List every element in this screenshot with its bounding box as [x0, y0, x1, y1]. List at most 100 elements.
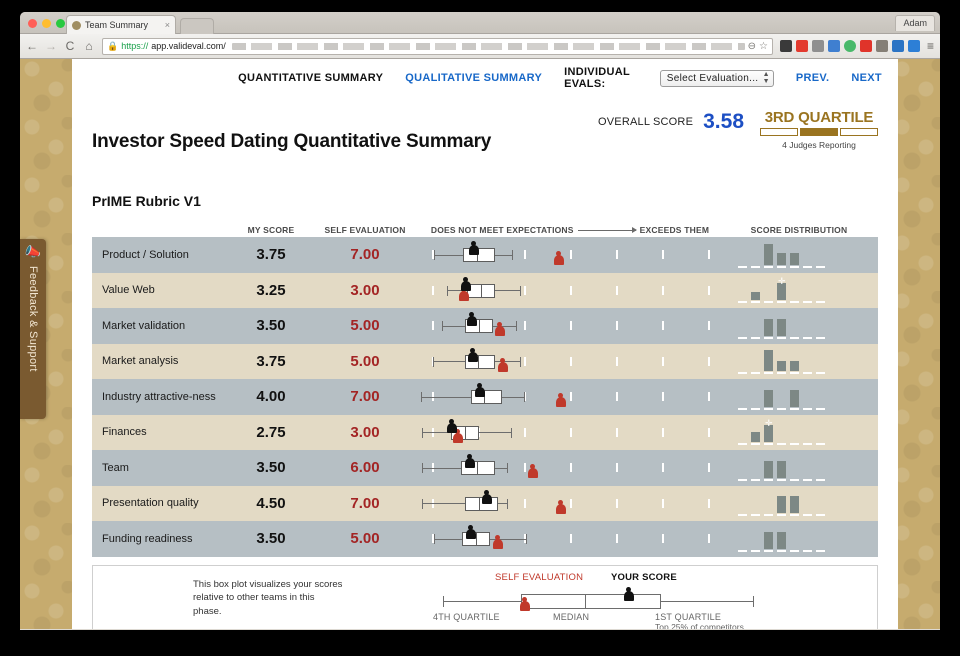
histogram-baseline [764, 407, 773, 410]
summary-nav: QUANTITATIVE SUMMARY QUALITATIVE SUMMARY… [92, 59, 882, 97]
histogram-baseline [790, 301, 799, 303]
histogram-baseline [816, 407, 825, 410]
boxplot-cell [420, 521, 720, 557]
extension-icon-6[interactable] [859, 40, 872, 52]
extension-icon-9[interactable] [907, 40, 920, 52]
arrow-right-icon [577, 227, 637, 233]
feedback-support-label: Feedback & Support [27, 266, 39, 372]
self-evaluation-value: 5.00 [350, 317, 380, 335]
scale-tick [662, 534, 664, 543]
self-evaluation-value: 7.00 [350, 388, 380, 406]
histogram-baseline [751, 514, 760, 516]
browser-tab-team-summary[interactable]: Team Summary × [66, 15, 176, 34]
median-line [479, 319, 480, 333]
scale-tick [708, 392, 710, 401]
scale-tick [570, 392, 572, 401]
feedback-support-tab[interactable]: 📣 Feedback & Support [20, 239, 46, 419]
my-score-value: 4.00 [256, 388, 286, 406]
histogram-baseline [764, 265, 773, 268]
extension-icon-7[interactable] [875, 40, 888, 52]
extension-icon-8[interactable] [891, 40, 904, 52]
rubric-title: PrIME Rubric V1 [92, 193, 201, 209]
legend-first-quartile-label: 1ST QUARTILE [655, 611, 722, 622]
prev-button[interactable]: PREV. [796, 72, 830, 84]
scale-tick [616, 356, 618, 366]
scale-tick [708, 498, 710, 508]
criterion-name: Finances [102, 426, 147, 439]
window-controls[interactable] [28, 19, 65, 28]
distribution-histogram [738, 308, 834, 344]
median-line [478, 354, 479, 369]
whisker-cap [524, 392, 525, 402]
legend-whisker-cap-right [753, 595, 754, 607]
scale-tick [616, 463, 618, 472]
reload-icon[interactable]: C [64, 40, 76, 52]
maximize-window-button[interactable] [56, 19, 65, 28]
histogram-baseline [803, 514, 812, 516]
median-line [479, 496, 480, 511]
close-tab-icon[interactable]: × [165, 20, 170, 30]
histogram-baseline [738, 265, 747, 268]
forward-icon[interactable]: → [45, 40, 57, 52]
your-score-marker [467, 347, 478, 363]
your-score-marker [464, 454, 475, 469]
extension-icon-1[interactable] [779, 40, 792, 52]
back-icon[interactable]: ← [26, 40, 38, 52]
whisker-cap [512, 250, 513, 260]
profile-button[interactable]: Adam [895, 15, 935, 31]
scale-tick [570, 463, 572, 472]
column-header-exceeds-them: EXCEEDS THEM [639, 225, 710, 235]
extension-icon-2[interactable] [795, 40, 808, 52]
person-body-icon [452, 432, 463, 443]
scale-tick [570, 285, 572, 295]
home-icon[interactable]: ⌂ [83, 40, 95, 52]
tab-quantitative-summary[interactable]: QUANTITATIVE SUMMARY [238, 72, 383, 84]
scale-tick [524, 427, 526, 437]
tab-qualitative-summary[interactable]: QUALITATIVE SUMMARY [405, 72, 542, 84]
person-body-icon [623, 590, 634, 601]
quartile-badge: 3RD QUARTILE 4 Judges Reporting [760, 109, 878, 151]
boxplot-cell [420, 450, 720, 486]
browser-menu-icon[interactable]: ≡ [927, 39, 934, 53]
extension-icon-5[interactable] [843, 40, 856, 52]
whisker-cap [447, 285, 448, 296]
distribution-histogram [738, 450, 834, 486]
person-body-icon [460, 280, 471, 291]
scale-tick [662, 498, 664, 508]
scale-tick [662, 250, 664, 259]
whisker-cap [526, 534, 527, 544]
scale-tick [616, 285, 618, 295]
next-button[interactable]: NEXT [851, 72, 882, 84]
histogram-bar [764, 389, 773, 407]
legend-first-quartile-sublabel: Top 25% of competitors [655, 621, 744, 630]
address-bar[interactable]: 🔒 https:// app.valideval.com/ ⊖ ☆ [102, 37, 773, 55]
evaluation-select[interactable]: Select Evaluation... ▲ ▼ [659, 69, 774, 87]
histogram-baseline [803, 301, 812, 303]
page-viewport: 📣 Feedback & Support QUANTITATIVE SUMMAR… [20, 59, 940, 629]
legend-fourth-quartile-label: 4TH QUARTILE [433, 611, 500, 622]
page-title: Investor Speed Dating Quantitative Summa… [92, 131, 492, 152]
histogram-baseline [803, 443, 812, 445]
close-window-button[interactable] [28, 19, 37, 28]
median-line [465, 425, 466, 440]
scale-tick [662, 392, 664, 401]
histogram-baseline [738, 336, 747, 339]
your-score-marker [465, 525, 476, 540]
extension-icon-3[interactable] [811, 40, 824, 52]
zoom-icon[interactable]: ⊖ [748, 41, 756, 52]
histogram-baseline [764, 478, 773, 481]
histogram-baseline [777, 514, 786, 516]
scale-tick [662, 285, 664, 295]
self-evaluation-value: 3.00 [350, 281, 380, 299]
minimize-window-button[interactable] [42, 19, 51, 28]
bookmark-star-icon[interactable]: ☆ [759, 41, 768, 52]
scale-tick [708, 321, 710, 330]
your-score-marker [468, 241, 479, 256]
scale-tick [570, 250, 572, 259]
new-tab-button[interactable] [180, 18, 214, 34]
criterion-name: Market validation [102, 319, 186, 332]
lock-icon: 🔒 [107, 40, 119, 51]
extension-icon-4[interactable] [827, 40, 840, 52]
legend-your-score-label: YOUR SCORE [611, 571, 677, 583]
person-body-icon [497, 361, 508, 372]
